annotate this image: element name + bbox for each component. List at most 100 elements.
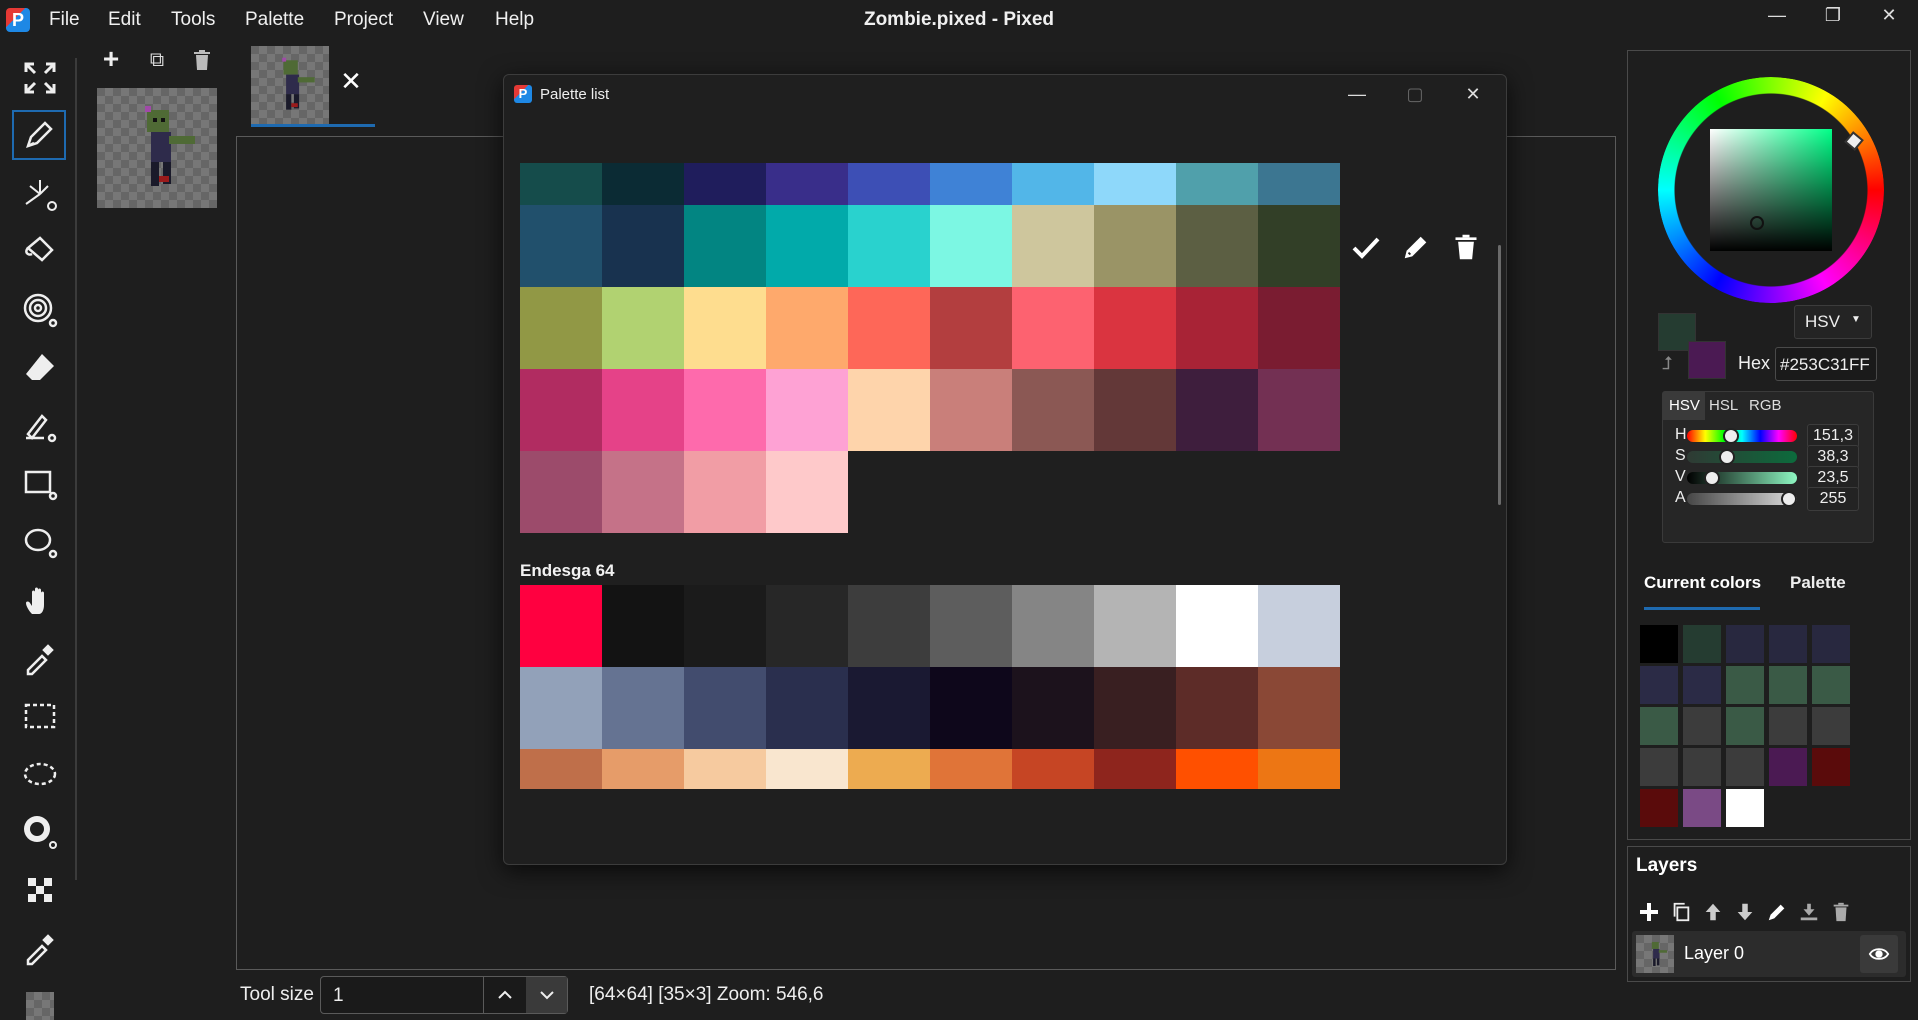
palette-swatch[interactable] (684, 749, 766, 789)
palette-swatch[interactable] (1258, 205, 1340, 287)
checker-tool[interactable] (18, 868, 62, 912)
document-tab-thumbnail[interactable] (251, 46, 329, 124)
slider-a[interactable] (1687, 491, 1797, 507)
palette-swatch[interactable] (930, 585, 1012, 667)
current-color-swatch[interactable] (1812, 666, 1850, 704)
palette-swatch[interactable] (520, 667, 602, 749)
palette-swatch[interactable] (848, 287, 930, 369)
dialog-close-button[interactable]: ✕ (1450, 81, 1496, 107)
palette-swatch[interactable] (848, 667, 930, 749)
palette-swatch[interactable] (602, 667, 684, 749)
spray-tool[interactable] (18, 172, 62, 216)
delete-layer-button[interactable] (1826, 897, 1856, 927)
palette-swatch[interactable] (684, 451, 766, 533)
tab-palette[interactable]: Palette (1790, 573, 1846, 593)
dialog-minimize-button[interactable]: — (1334, 81, 1380, 107)
fill-bucket-tool[interactable] (18, 228, 62, 272)
line-tool[interactable] (18, 404, 62, 448)
move-layer-down-button[interactable] (1730, 897, 1760, 927)
current-color-swatch[interactable] (1726, 789, 1764, 827)
palette-swatch[interactable] (766, 585, 848, 667)
delete-palette-button[interactable] (1446, 227, 1486, 267)
close-button[interactable]: ✕ (1866, 2, 1912, 28)
rect-select-tool[interactable] (18, 694, 62, 738)
palette-swatch[interactable] (1176, 585, 1258, 667)
palette-swatch[interactable] (1094, 287, 1176, 369)
rectangle-tool[interactable] (18, 462, 62, 506)
palette-swatch[interactable] (766, 205, 848, 287)
palette-swatch[interactable] (602, 585, 684, 667)
hex-input[interactable]: #253C31FF (1775, 347, 1877, 381)
ellipse-tool[interactable] (18, 520, 62, 564)
edit-palette-button[interactable] (1396, 227, 1436, 267)
current-color-swatch[interactable] (1683, 789, 1721, 827)
target-brush-tool[interactable] (18, 288, 62, 332)
palette-swatch[interactable] (520, 749, 602, 789)
dialog-scrollbar[interactable] (1498, 245, 1501, 505)
palette-swatch[interactable] (1012, 667, 1094, 749)
color-replace-tool[interactable] (18, 810, 62, 854)
palette-swatch[interactable] (684, 667, 766, 749)
palette-swatch[interactable] (930, 287, 1012, 369)
current-color-swatch[interactable] (1683, 748, 1721, 786)
current-color-swatch[interactable] (1640, 666, 1678, 704)
decrement-button[interactable] (526, 977, 567, 1013)
palette-swatch[interactable] (1176, 205, 1258, 287)
palette-swatch[interactable] (684, 585, 766, 667)
palette-swatch[interactable] (848, 585, 930, 667)
slider-value-a[interactable]: 255 (1807, 487, 1859, 511)
minimize-button[interactable]: — (1754, 2, 1800, 28)
slider-thumb[interactable] (1719, 449, 1735, 465)
slider-thumb[interactable] (1781, 491, 1797, 507)
palette-swatch[interactable] (848, 749, 930, 789)
move-layer-up-button[interactable] (1698, 897, 1728, 927)
palette-swatch[interactable] (1258, 749, 1340, 789)
slider-v[interactable] (1687, 470, 1797, 486)
palette-swatch[interactable] (1012, 749, 1094, 789)
current-color-swatch[interactable] (1726, 625, 1764, 663)
current-color-swatch[interactable] (1812, 748, 1850, 786)
palette-swatch[interactable] (766, 667, 848, 749)
palette-swatch[interactable] (766, 287, 848, 369)
palette-swatch[interactable] (602, 369, 684, 451)
merge-layer-button[interactable] (1794, 897, 1824, 927)
tab-current-colors[interactable]: Current colors (1644, 573, 1761, 593)
current-color-swatch[interactable] (1640, 748, 1678, 786)
palette-swatch[interactable] (684, 287, 766, 369)
eyedropper-tool[interactable] (18, 636, 62, 680)
color-mode-select[interactable]: HSV ▼ (1794, 305, 1872, 339)
palette-swatch[interactable] (1258, 585, 1340, 667)
eraser-tool[interactable] (18, 346, 62, 390)
tab-hsv[interactable]: HSV (1663, 392, 1705, 420)
palette-swatch[interactable] (1258, 369, 1340, 451)
lasso-select-tool[interactable] (18, 752, 62, 796)
current-color-swatch[interactable] (1640, 625, 1678, 663)
palette-swatch[interactable] (930, 205, 1012, 287)
palette-swatch[interactable] (602, 205, 684, 287)
slider-s[interactable] (1687, 449, 1797, 465)
duplicate-layer-button[interactable] (1666, 897, 1696, 927)
palette-swatch[interactable] (684, 369, 766, 451)
palette-swatch[interactable] (1176, 287, 1258, 369)
secondary-color-swatch[interactable] (1688, 341, 1726, 379)
tool-size-stepper[interactable]: 1 (320, 976, 568, 1014)
picker-tool[interactable] (18, 926, 62, 970)
layer-row[interactable]: Layer 0 (1632, 931, 1906, 977)
current-color-swatch[interactable] (1640, 707, 1678, 745)
current-color-swatch[interactable] (1726, 666, 1764, 704)
palette-swatch[interactable] (1258, 287, 1340, 369)
current-color-swatch[interactable] (1812, 707, 1850, 745)
increment-button[interactable] (484, 977, 526, 1013)
restore-button[interactable]: ❐ (1810, 2, 1856, 28)
delete-frame-button[interactable] (190, 48, 214, 72)
rename-layer-button[interactable] (1762, 897, 1792, 927)
palette-swatch[interactable] (1012, 585, 1094, 667)
fullscreen-tool[interactable] (18, 56, 62, 100)
palette-swatch[interactable] (1176, 667, 1258, 749)
pencil-tool[interactable] (12, 110, 66, 160)
current-color-swatch[interactable] (1683, 625, 1721, 663)
palette-swatch[interactable] (684, 205, 766, 287)
palette-swatch[interactable] (848, 369, 930, 451)
palette-swatch[interactable] (766, 369, 848, 451)
palette-swatch[interactable] (520, 451, 602, 533)
